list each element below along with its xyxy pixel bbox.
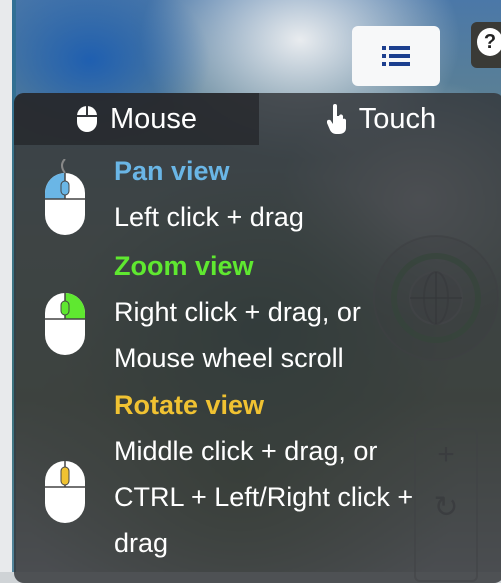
tab-touch[interactable]: Touch: [259, 93, 501, 145]
mouse-left-click-icon: [45, 159, 85, 235]
tab-mouse[interactable]: Mouse: [14, 93, 259, 145]
rotate-view-instruction-3: drag: [114, 528, 169, 558]
help-button[interactable]: ?: [471, 22, 501, 68]
navigation-help-panel: Mouse Touch Pan view Left click + drag Z…: [14, 93, 501, 583]
zoom-view-title: Zoom view: [114, 251, 254, 281]
rotate-view-title: Rotate view: [114, 390, 265, 420]
layer-list-button[interactable]: [352, 26, 440, 86]
rotate-view-instruction-2: CTRL + Left/Right click +: [114, 482, 414, 512]
pan-view-instruction: Left click + drag: [114, 202, 304, 232]
tab-touch-label: Touch: [358, 102, 437, 135]
pan-view-title: Pan view: [114, 156, 230, 186]
tab-mouse-label: Mouse: [109, 102, 198, 135]
help-label: ?: [477, 28, 501, 56]
mouse-middle-click-icon: [45, 461, 85, 523]
hand-pointer-icon: [326, 104, 347, 134]
zoom-view-instruction-2: Mouse wheel scroll: [114, 343, 344, 373]
input-mode-tabs: Mouse Touch: [14, 93, 501, 145]
rotate-view-instruction-1: Middle click + drag, or: [114, 436, 378, 466]
list-icon: [382, 46, 410, 66]
map-edge: [0, 0, 12, 572]
zoom-view-instruction-1: Right click + drag, or: [114, 297, 361, 327]
mouse-right-click-icon: [45, 293, 85, 355]
mouse-icon: [76, 105, 98, 133]
